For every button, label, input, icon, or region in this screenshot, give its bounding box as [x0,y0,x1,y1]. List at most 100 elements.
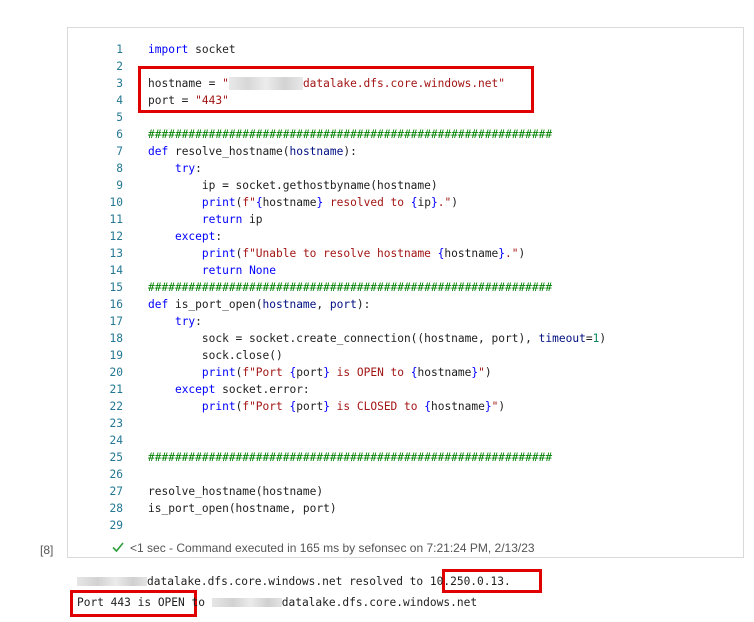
code-line[interactable]: 7 def resolve_hostname(hostname): [68,143,743,160]
code-line[interactable]: 3 hostname = "xxxxxxxxxxxdatalake.dfs.cor… [68,75,743,92]
code-token: : [195,162,202,175]
code-token: hostname [289,145,344,158]
code-token: is CLOSED to [329,400,425,413]
code-text: def resolve_hostname(hostname): [148,143,357,160]
code-text: return None [148,262,276,279]
notebook-cell[interactable]: 1import socket 2 3hostname = "xxxxxxxxxxxd… [67,27,744,558]
code-line[interactable]: 9 ip = socket.gethostbyname(hostname) [68,177,743,194]
output-to-text: to [184,596,212,609]
code-line[interactable]: 14 return None [68,262,743,279]
code-token: port [329,298,357,311]
code-token: } [431,196,438,209]
line-number: 22 [109,400,123,413]
code-line[interactable]: 19 sock.close() [68,347,743,364]
code-token: , [316,298,330,311]
code-token: None [249,264,277,277]
code-token: try [174,162,196,175]
code-token: { [424,400,431,413]
code-token: ########################################… [148,281,553,294]
line-number: 29 [109,519,123,532]
line-number: 18 [109,332,123,345]
line-number: 11 [109,213,123,226]
cell-status: <1 sec - Command executed in 165 ms by s… [112,541,535,555]
code-line[interactable]: 16 def is_port_open(hostname, port): [68,296,743,313]
code-line[interactable]: 13 print(f"Unable to resolve hostname {h… [68,245,743,262]
code-token: resolve_hostname( [168,145,290,158]
code-token: : [215,230,223,243]
code-token: } [323,366,330,379]
code-line[interactable]: 23 [68,415,743,432]
code-line[interactable]: 11 return ip [68,211,743,228]
code-text: port = "443" [148,92,229,109]
code-text: resolve_hostname(hostname) [148,483,323,500]
code-token: ip = socket.gethostbyname(hostname) [148,179,438,192]
code-line[interactable]: 17 try: [68,313,743,330]
line-number: 25 [109,451,123,464]
code-text: import socket [148,41,236,58]
code-line[interactable]: 22 print(f"Port {port} is CLOSED to {hos… [68,398,743,415]
output-resolved-host: datalake.dfs.core.windows.net [147,575,343,588]
code-token: } [323,400,330,413]
code-line[interactable]: 2 [68,58,743,75]
cell-output: datalake.dfs.core.windows.net resolved t… [77,574,511,616]
code-token: f" [242,196,256,209]
code-text: print(f"Port {port} is CLOSED to {hostna… [148,398,505,415]
code-token: ) [451,196,458,209]
line-number: 26 [109,468,123,481]
line-number: 12 [109,230,123,243]
code-text: ip = socket.gethostbyname(hostname) [148,177,438,194]
code-token: sock = socket.create_connection((hostnam… [148,332,539,345]
line-number: 2 [116,60,123,73]
code-line[interactable]: 29 [68,517,743,534]
code-text: def is_port_open(hostname, port): [148,296,370,313]
code-editor[interactable]: 1import socket 2 3hostname = "xxxxxxxxxxxd… [68,41,743,534]
redacted-hostname-prefix [211,598,282,607]
code-token: print [201,366,236,379]
code-line[interactable]: 1 import socket [68,41,743,58]
code-line[interactable]: 20 print(f"Port {port} is OPEN to {hostn… [68,364,743,381]
code-line[interactable]: 18 sock = socket.create_connection((host… [68,330,743,347]
status-text: <1 sec - Command executed in 165 ms by s… [130,541,535,555]
code-token: ." [505,247,519,260]
code-token: ########################################… [148,128,553,141]
code-token: def [148,298,169,311]
line-number: 10 [109,196,123,209]
code-token: socket.error: [215,383,310,396]
code-token: ): [356,298,371,311]
line-number: 8 [116,162,123,175]
code-line[interactable]: 28 is_port_open(hostname, port) [68,500,743,517]
code-text: sock = socket.create_connection((hostnam… [148,330,606,347]
code-line[interactable]: 6 #######################################… [68,126,743,143]
code-line[interactable]: 8 try: [68,160,743,177]
code-text: return ip [148,211,263,228]
code-line[interactable]: 4 port = "443" [68,92,743,109]
code-token: resolve_hostname(hostname) [148,485,324,498]
code-line[interactable]: 25 ######################################… [68,449,743,466]
code-token: ): [343,145,357,158]
code-token: " [222,77,229,90]
code-line[interactable]: 15 ######################################… [68,279,743,296]
code-text: print(f"Port {port} is OPEN to {hostname… [148,364,492,381]
code-text: sock.close() [148,347,283,364]
code-token: is OPEN to [329,366,411,379]
code-line[interactable]: 21 except socket.error: [68,381,743,398]
code-line[interactable]: 24 [68,432,743,449]
code-text: try: [148,313,202,330]
line-number: 6 [116,128,123,141]
code-token: port = [148,94,196,107]
code-line[interactable]: 5 [68,109,743,126]
code-token: datalake.dfs.core.windows.net" [302,77,506,90]
line-number: 9 [116,179,123,192]
code-line[interactable]: 26 [68,466,743,483]
code-token: ) [599,332,607,345]
code-token: { [410,196,418,209]
code-line[interactable]: 27 resolve_hostname(hostname) [68,483,743,500]
code-token: port [296,400,324,413]
line-number: 14 [109,264,123,277]
redacted-hostname-prefix [77,577,147,586]
code-line[interactable]: 10 print(f"{hostname} resolved to {ip}."… [68,194,743,211]
line-number: 4 [116,94,123,107]
code-line[interactable]: 12 except: [68,228,743,245]
